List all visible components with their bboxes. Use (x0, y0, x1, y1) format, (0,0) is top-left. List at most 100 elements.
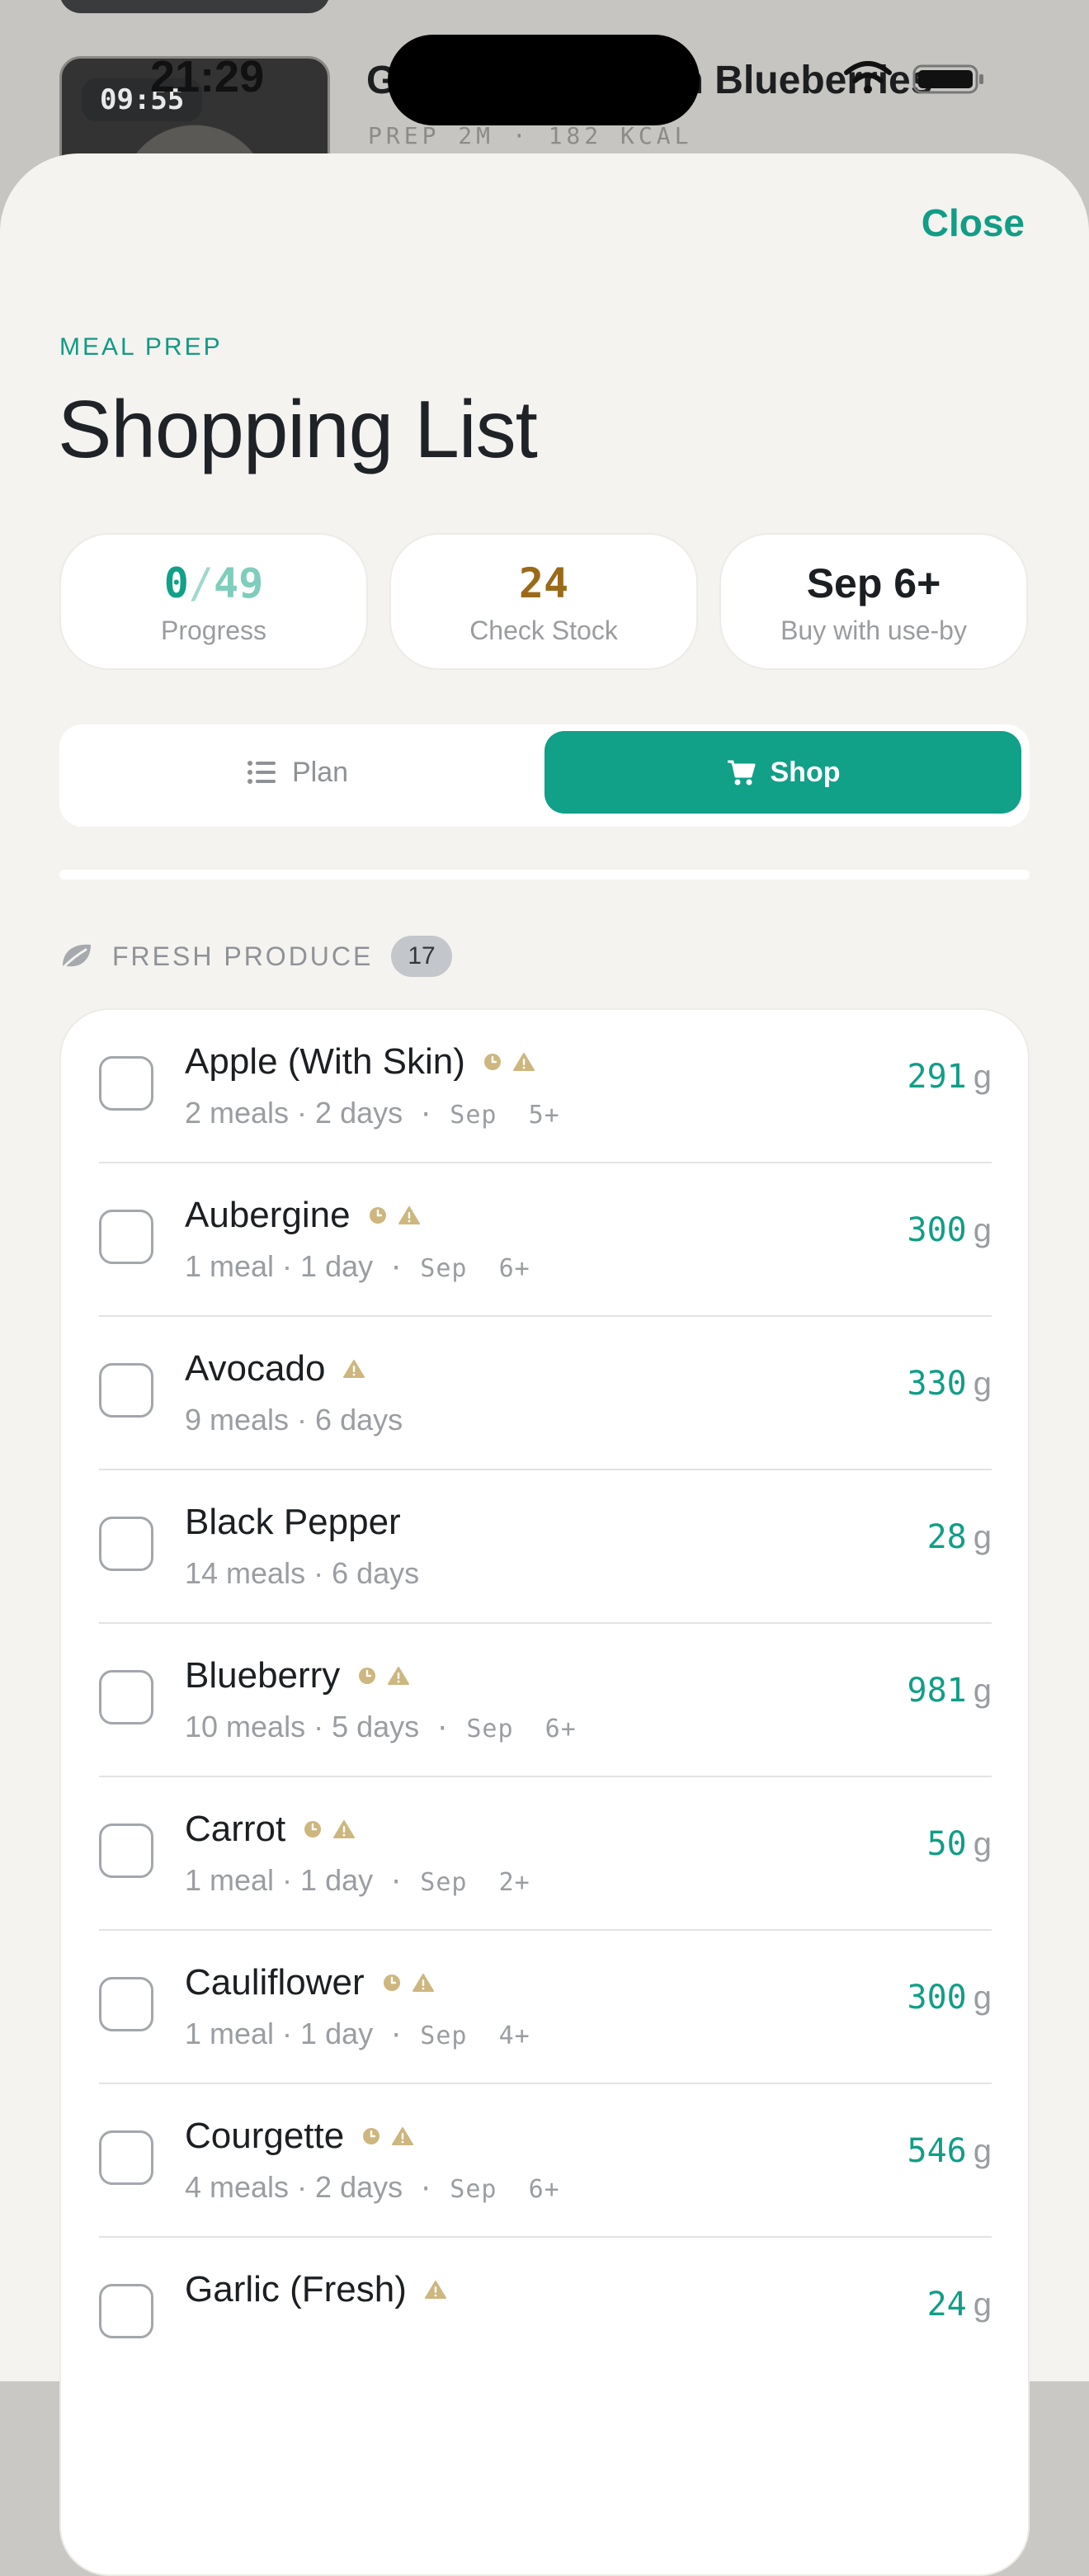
clock-icon (369, 1207, 386, 1224)
shopping-list-sheet: Close MEAL PREP Shopping List 0/49 Progr… (0, 153, 1089, 2576)
item-quantity-value: 50 (926, 1825, 967, 1863)
warning-icon (412, 1974, 434, 1992)
progress-divider-bar (59, 870, 1030, 880)
item-quantity: 546 g (908, 2132, 992, 2170)
check-stock-label: Check Stock (469, 616, 618, 645)
item-name: Blueberry (185, 1655, 410, 1696)
item-name-label: Apple (With Skin) (185, 1041, 465, 1082)
item-usage: 14 meals · 6 days (185, 1556, 420, 1590)
item-name: Black Pepper (185, 1502, 419, 1543)
item-checkbox[interactable] (99, 1210, 153, 1264)
clock-icon (383, 1974, 400, 1991)
list-item[interactable]: Aubergine 1 meal · 1 day · Sep 6+ 300 g (99, 1163, 992, 1317)
item-checkbox[interactable] (99, 2284, 153, 2338)
item-flags (304, 1819, 356, 1839)
item-meta: 1 meal · 1 day · Sep 2+ (185, 1863, 530, 1898)
list-item[interactable]: Apple (With Skin) 2 meals · 2 days · Sep … (99, 1010, 992, 1163)
item-flags (343, 1359, 365, 1379)
item-checkbox[interactable] (99, 1670, 153, 1724)
list-item[interactable]: Carrot 1 meal · 1 day · Sep 2+ 50 g (99, 1777, 992, 1931)
item-quantity-unit: g (973, 1673, 992, 1709)
item-quantity-value: 981 (907, 1672, 967, 1710)
item-name: Courgette (185, 2116, 414, 2157)
status-bar-time: 21:29 (150, 52, 265, 101)
item-flags (383, 1973, 434, 1993)
item-meta: 1 meal · 1 day · Sep 6+ (185, 1249, 530, 1284)
tab-plan-label: Plan (291, 756, 349, 788)
clock-icon (304, 1821, 322, 1838)
section-title: FRESH PRODUCE (112, 941, 374, 971)
item-checkbox[interactable] (99, 1363, 153, 1418)
item-quantity-unit: g (973, 1366, 992, 1402)
item-quantity: 300 g (908, 1211, 992, 1249)
item-checkbox[interactable] (99, 1977, 153, 2031)
item-quantity-value: 546 (907, 2132, 967, 2170)
item-flags (362, 2126, 414, 2146)
item-meta: 9 meals · 6 days (185, 1403, 403, 1437)
item-name-label: Carrot (185, 1809, 286, 1849)
item-quantity: 981 g (908, 1672, 992, 1710)
item-quantity: 50 g (927, 1825, 992, 1863)
dynamic-island (388, 35, 700, 125)
item-name-label: Avocado (185, 1348, 326, 1389)
tab-plan[interactable]: Plan (59, 731, 536, 814)
item-use-by-date: · Sep 6+ (419, 1715, 577, 1743)
item-meta: 1 meal · 1 day · Sep 4+ (185, 2017, 530, 2051)
item-name: Carrot (185, 1809, 356, 1850)
warning-icon (398, 1206, 420, 1224)
item-name-label: Cauliflower (185, 1962, 365, 2003)
progress-total: 49 (214, 559, 264, 607)
item-quantity-value: 28 (926, 1518, 967, 1556)
item-quantity: 28 g (927, 1518, 992, 1556)
list-item[interactable]: Courgette 4 meals · 2 days · Sep 6+ 546 g (99, 2084, 992, 2238)
item-checkbox[interactable] (99, 2130, 153, 2185)
close-button[interactable]: Close (917, 200, 1030, 246)
wifi-icon (844, 61, 892, 93)
list-item[interactable]: Avocado 9 meals · 6 days 330 g (99, 1317, 992, 1470)
page-title: Shopping List (58, 384, 538, 474)
warning-icon (333, 1820, 356, 1838)
item-quantity-unit: g (973, 1519, 992, 1555)
item-flags (424, 2280, 446, 2300)
item-checkbox[interactable] (99, 1056, 153, 1111)
item-quantity-value: 291 (907, 1058, 967, 1096)
item-name: Avocado (185, 1348, 365, 1389)
item-name-label: Garlic (Fresh) (185, 2269, 407, 2309)
item-checkbox[interactable] (99, 1823, 153, 1878)
tab-shop[interactable]: Shop (544, 731, 1021, 814)
item-use-by-date: · Sep 4+ (373, 2022, 530, 2050)
item-quantity-value: 300 (907, 1979, 967, 2017)
warning-icon (424, 2281, 446, 2299)
item-usage: 10 meals · 5 days (185, 1710, 420, 1743)
item-quantity-value: 330 (907, 1365, 967, 1403)
item-name-label: Blueberry (185, 1655, 341, 1696)
list-item[interactable]: Black Pepper 14 meals · 6 days 28 g (99, 1470, 992, 1624)
check-stock-card[interactable]: 24 Check Stock (389, 533, 698, 670)
item-quantity: 24 g (927, 2286, 992, 2324)
list-item[interactable]: Cauliflower 1 meal · 1 day · Sep 4+ 300 g (99, 1931, 992, 2084)
item-checkbox[interactable] (99, 1517, 153, 1571)
warning-icon (343, 1360, 365, 1378)
item-usage: 1 meal · 1 day (185, 1863, 374, 1897)
item-use-by-date: · Sep 6+ (373, 1254, 530, 1283)
item-name: Cauliflower (185, 1962, 434, 2003)
item-use-by-date: · Sep 5+ (403, 1101, 560, 1130)
check-stock-value: 24 (518, 559, 569, 607)
item-quantity: 330 g (908, 1365, 992, 1403)
cart-icon (727, 760, 755, 786)
background-recipe-meta: PREP 2M · 182 KCAL (368, 122, 693, 149)
progress-label: Progress (160, 616, 267, 645)
stats-row: 0/49 Progress 24 Check Stock Sep 6+ Buy … (59, 533, 1030, 673)
item-usage: 1 meal · 1 day (185, 2017, 374, 2050)
item-usage: 9 meals · 6 days (185, 1403, 403, 1437)
item-usage: 2 meals · 2 days (185, 1096, 403, 1130)
item-name: Aubergine (185, 1195, 420, 1236)
item-usage: 4 meals · 2 days (185, 2170, 403, 2204)
item-use-by-date: · Sep 6+ (403, 2175, 560, 2204)
tab-shop-label: Shop (770, 756, 841, 788)
list-item[interactable]: Blueberry 10 meals · 5 days · Sep 6+ 981 g (99, 1624, 992, 1777)
previous-recipe-thumbnail (59, 0, 330, 13)
section-eyebrow: MEAL PREP (59, 333, 223, 361)
list-item[interactable]: Garlic (Fresh) 24 g (99, 2238, 992, 2391)
item-quantity: 300 g (908, 1979, 992, 2017)
